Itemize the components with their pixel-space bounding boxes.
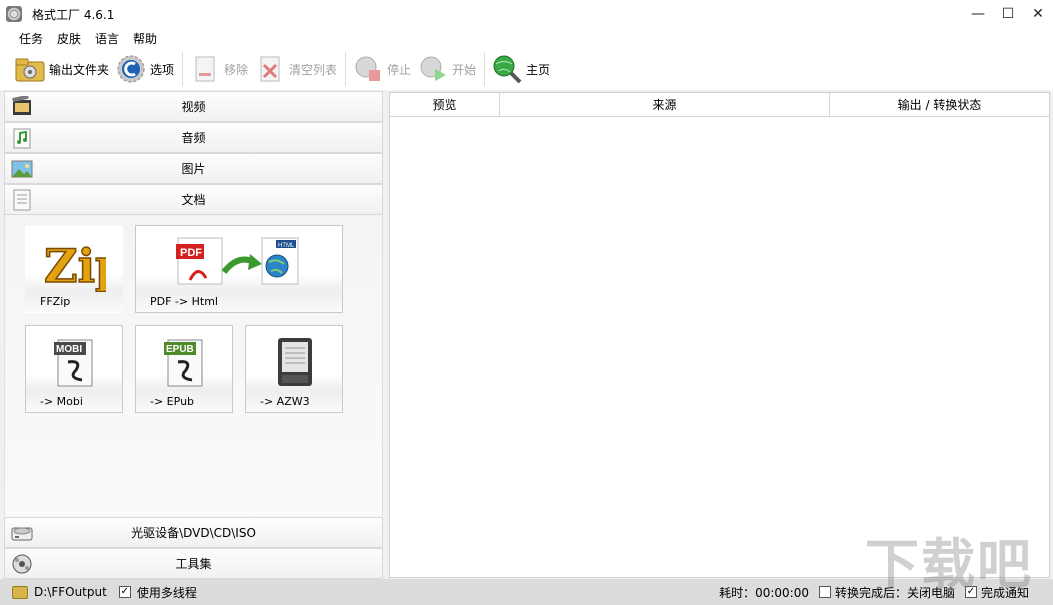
- film-icon: [11, 94, 33, 118]
- category-optical-label: 光驱设备\DVD\CD\ISO: [131, 526, 256, 540]
- music-note-icon: [11, 127, 33, 149]
- svg-text:EPUB: EPUB: [166, 344, 194, 355]
- to-azw3-tile[interactable]: -> AZW3: [245, 325, 343, 413]
- app-logo-icon: [6, 6, 22, 22]
- multithread-label: 使用多线程: [136, 585, 197, 600]
- picture-icon: [11, 158, 33, 180]
- remove-label: 移除: [224, 62, 249, 77]
- multithread-checkbox[interactable]: ✓: [118, 586, 131, 598]
- column-output-status[interactable]: 输出 / 转换状态: [830, 93, 1049, 117]
- menu-help[interactable]: 帮助: [126, 30, 164, 47]
- column-preview[interactable]: 预览: [390, 93, 500, 117]
- home-label: 主页: [526, 62, 551, 77]
- elapsed-time: 耗时：00:00:00: [719, 585, 809, 600]
- category-document[interactable]: 文档: [4, 184, 383, 215]
- category-audio[interactable]: 音频: [4, 122, 383, 153]
- watermark: 下载吧: [865, 533, 1033, 596]
- category-panel: 视频 音频 图片 文档 Zip FFZip PDF: [4, 91, 383, 579]
- svg-text:MOBI: MOBI: [56, 344, 82, 355]
- stop-button[interactable]: 停止: [352, 51, 411, 87]
- pdf-to-html-label: PDF -> Html: [150, 295, 218, 308]
- clear-list-button[interactable]: 清空列表: [254, 51, 337, 87]
- options-label: 选项: [150, 62, 175, 77]
- output-path[interactable]: D:\FFOutput: [34, 585, 107, 599]
- svg-text:PDF: PDF: [180, 247, 202, 259]
- remove-button[interactable]: 移除: [189, 51, 248, 87]
- document-icon: [11, 189, 33, 211]
- maximize-button[interactable]: ☐: [993, 0, 1023, 28]
- document-tools-grid: Zip FFZip PDF HTML PDF -> Html: [4, 215, 383, 516]
- toolbar-divider: [484, 52, 486, 86]
- gear-icon: [115, 53, 147, 85]
- folder-icon: [14, 53, 46, 85]
- toolbar-divider: [182, 52, 184, 86]
- svg-text:Zip: Zip: [44, 239, 106, 292]
- title-bar: 格式工厂 4.6.1 — ☐ ✕: [0, 0, 1053, 28]
- stop-icon: [352, 53, 384, 85]
- mobi-file-icon: MOBI: [54, 339, 93, 387]
- disc-drive-icon: [11, 522, 33, 544]
- after-convert-checkbox[interactable]: [818, 586, 831, 598]
- folder-icon[interactable]: [12, 585, 28, 599]
- to-epub-tile[interactable]: EPUB -> EPub: [135, 325, 233, 413]
- category-document-label: 文档: [181, 193, 206, 207]
- category-audio-label: 音频: [181, 131, 206, 145]
- column-source[interactable]: 来源: [500, 93, 830, 117]
- epub-file-icon: EPUB: [164, 339, 203, 387]
- category-tools-label: 工具集: [175, 557, 212, 571]
- home-button[interactable]: 主页: [491, 51, 550, 87]
- output-folder-label: 输出文件夹: [49, 62, 110, 77]
- menu-skin[interactable]: 皮肤: [50, 30, 88, 47]
- play-icon: [417, 53, 449, 85]
- remove-document-icon: [189, 53, 221, 85]
- output-folder-button[interactable]: 输出文件夹: [14, 51, 109, 87]
- clear-list-icon: [254, 53, 286, 85]
- menu-language[interactable]: 语言: [88, 30, 126, 47]
- menu-task[interactable]: 任务: [12, 30, 50, 47]
- task-list[interactable]: 预览 来源 输出 / 转换状态: [389, 92, 1050, 578]
- start-button[interactable]: 开始: [417, 51, 476, 87]
- category-image-label: 图片: [181, 162, 206, 176]
- to-azw3-label: -> AZW3: [260, 395, 310, 408]
- globe-search-icon: [491, 53, 523, 85]
- clear-list-label: 清空列表: [289, 62, 338, 77]
- minimize-button[interactable]: —: [963, 0, 993, 28]
- ffzip-label: FFZip: [40, 295, 71, 308]
- category-video[interactable]: 视频: [4, 91, 383, 122]
- category-tools[interactable]: 工具集: [4, 548, 383, 579]
- category-image[interactable]: 图片: [4, 153, 383, 184]
- ereader-icon: [278, 338, 312, 386]
- category-optical[interactable]: 光驱设备\DVD\CD\ISO: [4, 517, 383, 548]
- options-button[interactable]: 选项: [115, 51, 174, 87]
- close-button[interactable]: ✕: [1023, 0, 1053, 28]
- window-controls: — ☐ ✕: [963, 0, 1053, 28]
- stop-label: 停止: [387, 62, 412, 77]
- toolbar-divider: [345, 52, 347, 86]
- category-video-label: 视频: [181, 100, 206, 114]
- start-label: 开始: [452, 62, 477, 77]
- toolbar: 输出文件夹 选项 移除 清空列表 停止 开始 主页: [0, 48, 1053, 90]
- to-epub-label: -> EPub: [150, 395, 195, 408]
- menu-bar: 任务 皮肤 语言 帮助: [0, 28, 1053, 48]
- svg-text:HTML: HTML: [278, 243, 295, 249]
- pdf-to-html-icon: PDF HTML: [176, 237, 299, 285]
- pdf-to-html-tile[interactable]: PDF HTML PDF -> Html: [135, 225, 343, 313]
- to-mobi-label: -> Mobi: [40, 395, 83, 408]
- to-mobi-tile[interactable]: MOBI -> Mobi: [25, 325, 123, 413]
- window-title: 格式工厂 4.6.1: [32, 7, 115, 22]
- tools-icon: [11, 553, 33, 575]
- ffzip-tile[interactable]: Zip FFZip: [25, 225, 123, 313]
- ffzip-logo: Zip: [43, 238, 106, 292]
- bottom-categories: 光驱设备\DVD\CD\ISO 工具集: [4, 517, 383, 579]
